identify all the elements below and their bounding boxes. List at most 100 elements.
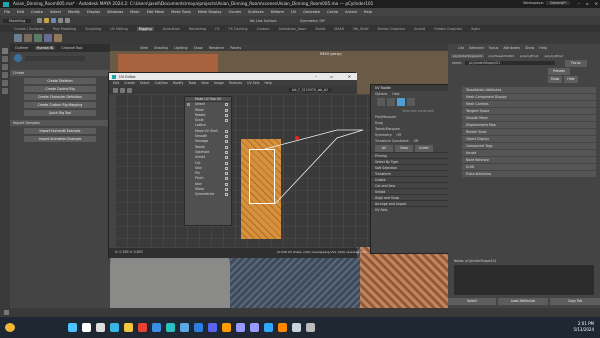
photoshop-icon[interactable] [264,323,273,332]
uv-toolkit-options-menu[interactable]: Options [375,92,387,96]
option-box-icon[interactable] [225,108,228,112]
option-box-icon[interactable] [225,135,228,139]
menu-mesh-tools[interactable]: Mesh Tools [171,10,190,14]
menu-windows[interactable]: Windows [107,10,123,14]
uv-menu-edit[interactable]: Edit [113,81,119,85]
attr-menu-selected[interactable]: Selected [469,46,484,50]
uv-toolbar-icon[interactable] [127,87,132,93]
uv-toolbar-icon[interactable] [113,87,118,93]
shelf-tab-custom[interactable]: Custom [257,27,270,31]
uv-toolbar-icon[interactable] [120,87,125,93]
uv-menu-view[interactable]: View [201,81,209,85]
option-box-icon[interactable] [225,188,228,192]
menu-arnold[interactable]: Arnold [345,10,357,14]
shape-name-field[interactable]: pCylinderShape101 [464,61,555,65]
taskbar-date[interactable]: 5/13/2024 [573,327,594,333]
uv-menu-uv-sets[interactable]: UV Sets [247,81,259,85]
menu-uv[interactable]: UV [291,10,296,14]
viewport-menu-show[interactable]: Show [194,46,203,50]
uv-editor-minimize-icon[interactable]: – [315,74,317,79]
undo-icon[interactable] [58,18,64,23]
select-node-button[interactable]: Select [448,298,496,305]
weather-icon[interactable] [5,323,15,332]
create-control-rig-button[interactable]: Create Control Rig [24,86,96,92]
edge-icon[interactable] [110,323,119,332]
shelf-tab-fx-caching[interactable]: FX Caching [229,27,248,31]
invert-button[interactable]: Invert [415,144,433,152]
menu-help[interactable]: Help [364,10,372,14]
premiere-icon[interactable] [250,323,259,332]
viewport-menu-shading[interactable]: Shading [154,46,168,50]
shelf-tab-xgen[interactable]: Xgen [471,27,480,31]
menu-deform[interactable]: Deform [271,10,284,14]
option-box-icon[interactable] [225,113,228,117]
vlc-icon[interactable] [278,323,287,332]
menu-surfaces[interactable]: Surfaces [248,10,264,14]
attr-section-node-behavior[interactable]: Node Behavior [462,157,596,163]
import-section-header[interactable]: Import Samples [10,120,110,126]
attr-section-render-stats[interactable]: Render Stats [462,129,596,135]
attr-menu-show[interactable]: Show [525,46,534,50]
attr-section-mesh-controls[interactable]: Mesh Controls [462,101,596,107]
maya-icon[interactable] [166,323,175,332]
option-box-icon[interactable] [225,161,228,165]
select-all-button[interactable]: All [375,144,393,152]
attr-menu-help[interactable]: Help [539,46,547,50]
menu-edit[interactable]: Edit [17,10,24,14]
menu-curves[interactable]: Curves [229,10,241,14]
shelf-tab-arnold[interactable]: Arnold [414,27,425,31]
option-box-icon[interactable] [225,166,228,170]
open-scene-icon[interactable] [44,18,50,23]
vertex-mode-icon[interactable] [377,98,385,106]
texture-field[interactable]: blk_F_2115070_alb_b2 [289,88,332,92]
shelf-tool-icon[interactable] [54,34,62,42]
attr-section-component-tags[interactable]: Component Tags [462,143,596,149]
mode-select[interactable]: Modeling [3,18,32,23]
uv-toolkit-help-menu[interactable]: Help [392,92,399,96]
hide-button[interactable]: Hide [564,75,578,83]
option-box-icon[interactable] [225,103,228,107]
menu-generate[interactable]: Generate [303,10,320,14]
option-box-icon[interactable] [225,156,228,160]
uv-editor-close-icon[interactable]: ✕ [348,74,351,79]
file-explorer-icon[interactable] [124,323,133,332]
option-box-icon[interactable] [225,119,228,123]
presets-button[interactable]: Presets [548,67,570,75]
shelf-tab-animation-jiwon[interactable]: Animation_Jiwon [279,27,307,31]
redo-icon[interactable] [65,18,71,23]
node-tab-shape[interactable]: pCylinderShape101 [451,53,485,58]
shelf-tab-rendering[interactable]: Rendering [189,27,206,31]
copy-tab-button[interactable]: Copy Tab [550,298,600,305]
attr-section-mesh-component-display[interactable]: Mesh Component Display [462,94,596,100]
steam-icon[interactable] [292,323,301,332]
shelf-tab-bullet[interactable]: Bullet [316,27,326,31]
edge-mode-icon[interactable] [387,98,395,106]
attr-section-displacement-map[interactable]: Displacement Map [462,122,596,128]
attr-section-uuid[interactable]: UUID [462,164,596,170]
uv-menu-image[interactable]: Image [214,81,224,85]
maximize-icon[interactable]: ▫ [586,1,589,6]
shelf-tool-icon[interactable] [44,34,52,42]
viewport-menu-renderer[interactable]: Renderer [209,46,224,50]
menu-display[interactable]: Display [87,10,100,14]
lasso-tool-icon[interactable] [2,56,8,62]
settings-icon[interactable] [306,323,315,332]
menu-select[interactable]: Select [50,10,61,14]
uv-editor-titlebar[interactable]: UV Editor – ▫ ✕ [109,73,357,80]
shelf-tab-poly-modeling[interactable]: Poly Modeling [53,27,76,31]
after-effects-icon[interactable] [236,323,245,332]
illustrator-icon[interactable] [222,323,231,332]
shelf-tab-uv-editing[interactable]: UV Editing [110,27,128,31]
windows-icon[interactable] [68,323,77,332]
task-view-icon[interactable] [96,323,105,332]
shelf-tool-icon[interactable] [14,34,22,42]
option-box-icon[interactable] [225,145,228,149]
option-box-icon[interactable] [225,150,228,154]
menu-create[interactable]: Create [31,10,43,14]
node-tab-tweak[interactable]: polyTweakUV262 [486,54,516,58]
attr-section-arnold[interactable]: Arnold [462,150,596,156]
attr-section-extra-attributes[interactable]: Extra Attributes [462,171,596,177]
option-box-icon[interactable] [225,193,228,197]
mail-icon[interactable] [194,323,203,332]
clear-button[interactable]: Clear [395,144,413,152]
